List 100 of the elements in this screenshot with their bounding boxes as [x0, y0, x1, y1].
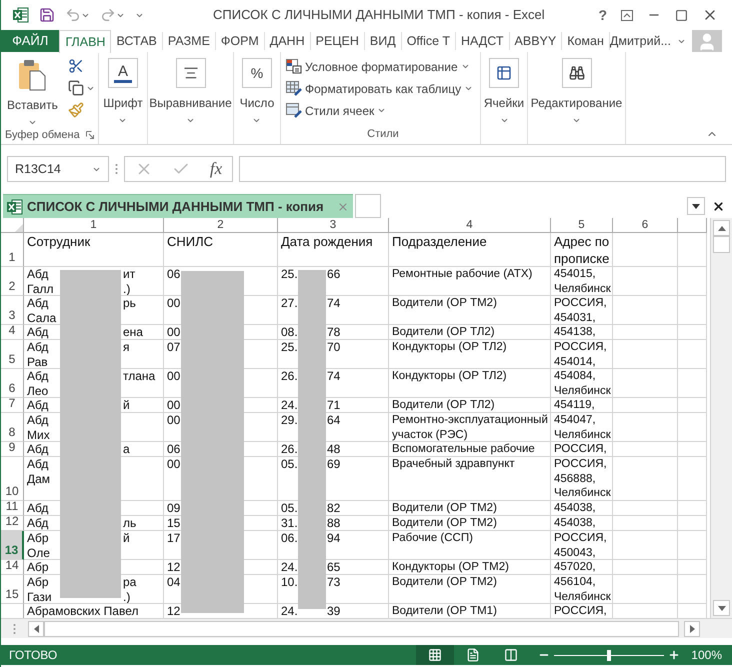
table-cell: Водители (ОР ТМ2) [389, 501, 551, 516]
zoom-level[interactable]: 100% [680, 646, 732, 664]
formula-input[interactable] [239, 156, 726, 182]
empty-cell [613, 501, 678, 516]
column-header[interactable]: 4 [389, 218, 551, 233]
horizontal-scroll-thumb[interactable] [44, 620, 679, 636]
cells-button[interactable]: Ячейки [480, 52, 528, 130]
table-cell: Вспомогательные рабочие [389, 442, 551, 457]
ribbon-display-icon[interactable] [621, 10, 633, 20]
empty-cell [678, 340, 707, 369]
table-cell: 454119, [551, 398, 613, 413]
zoom-slider-thumb[interactable] [607, 650, 611, 660]
row-header[interactable]: 14 [1, 560, 24, 575]
row-header[interactable]: 11 [1, 501, 24, 516]
triangle-up-icon [718, 226, 726, 230]
paste-button[interactable]: Вставить [1, 52, 58, 127]
row-header[interactable]: 4 [1, 325, 24, 340]
ribbon-tab[interactable]: НАДСТ [456, 32, 510, 50]
zoom-in-icon[interactable] [668, 649, 680, 661]
row-header[interactable]: 8 [1, 413, 24, 442]
ribbon-tab[interactable]: РЕЦЕН [310, 32, 365, 50]
cell-styles-icon [286, 103, 302, 118]
column-header[interactable]: 3 [278, 218, 389, 233]
scroll-right-button[interactable] [684, 620, 700, 636]
row-header[interactable]: 2 [1, 267, 24, 296]
ribbon-tab[interactable]: ВИД [364, 32, 402, 50]
help-button[interactable]: ? [598, 4, 607, 26]
table-cell: 454038, [551, 516, 613, 531]
styles-menu-button[interactable]: Условное форматирование [286, 57, 480, 76]
editing-button[interactable]: Редактирование [526, 52, 626, 130]
styles-menu-button[interactable]: Стили ячеек [286, 101, 480, 120]
binoculars-icon [568, 65, 584, 81]
empty-cell [678, 457, 707, 501]
caret-icon [500, 116, 508, 125]
name-box[interactable]: R13C14 [7, 156, 109, 182]
ribbon-tab[interactable]: ВСТАВ [111, 32, 163, 50]
row-header[interactable]: 9 [1, 442, 24, 457]
status-text: ГОТОВО [8, 647, 58, 664]
caret-icon [118, 116, 128, 125]
table-cell: Кондукторы (ОР ТМ2) [389, 560, 551, 575]
ribbon-tab[interactable]: Коман [562, 32, 610, 50]
ribbon-tab[interactable]: ДАНН [264, 32, 311, 50]
table-cell: Кондукторы (ОР ТЛ2) [389, 369, 551, 398]
scroll-left-button[interactable] [28, 620, 44, 636]
column-header[interactable]: 1 [24, 218, 164, 233]
scroll-down-button[interactable] [713, 600, 730, 616]
row-header[interactable]: 10 [1, 457, 24, 501]
ribbon-tab[interactable]: ABBYY [510, 32, 562, 50]
file-tab[interactable]: ФАЙЛ [1, 30, 60, 52]
empty-cell [678, 560, 707, 575]
ribbon-tab[interactable]: Office T [402, 32, 456, 50]
empty-cell [678, 296, 707, 325]
page-break-icon[interactable] [504, 648, 518, 662]
empty-cell [613, 560, 678, 575]
clipboard-icon [17, 58, 48, 92]
table-cell: РОССИЯ, 454031, [551, 296, 613, 325]
maximize-icon[interactable] [675, 8, 688, 22]
column-header[interactable]: 6 [613, 218, 678, 233]
row-header[interactable]: 5 [1, 340, 24, 369]
styles-menu-button[interactable]: Форматировать как таблицу [286, 79, 480, 98]
format-painter-icon[interactable] [68, 102, 84, 118]
row-header[interactable]: 7 [1, 398, 24, 413]
row-header[interactable]: 1 [1, 233, 24, 267]
empty-cell [613, 531, 678, 560]
close-icon[interactable] [712, 200, 725, 212]
ribbon-tab[interactable]: РАЗМЕ [162, 32, 216, 50]
row-header[interactable]: 6 [1, 369, 24, 398]
tab-list-button[interactable] [687, 197, 705, 215]
alignment-button[interactable]: Выравнивание [145, 52, 236, 130]
conditional-format-icon [286, 59, 302, 74]
row-header[interactable]: 15 [1, 575, 24, 604]
column-header[interactable]: 2 [164, 218, 278, 233]
normal-view-button[interactable] [416, 645, 454, 665]
row-header[interactable]: 13 [1, 531, 24, 560]
copy-icon[interactable] [68, 80, 84, 96]
caret-icon [252, 116, 262, 125]
cut-icon[interactable] [68, 58, 84, 74]
caret-icon [460, 62, 470, 71]
column-header[interactable]: 5 [551, 218, 613, 233]
table-cell: Ремонтно-эксплуатационный участок (РЭС) [389, 413, 551, 442]
scroll-thumb[interactable] [713, 236, 730, 253]
page-layout-icon[interactable] [466, 648, 480, 662]
insert-function-button[interactable]: fx [210, 156, 222, 182]
header-cell: Подразделение [389, 233, 551, 267]
font-button[interactable]: A Шрифт [99, 52, 147, 130]
number-button[interactable]: % Число [236, 52, 278, 130]
row-header[interactable]: 3 [1, 296, 24, 325]
workbook-tab[interactable]: СПИСОК С ЛИЧНЫМИ ДАННЫМИ ТМП - копия [3, 194, 353, 218]
table-cell: Водители (ОР ТМ2) [389, 575, 551, 604]
empty-cell [613, 413, 678, 442]
ribbon-tab[interactable]: ФОРМ [216, 32, 265, 50]
ribbon-tab[interactable]: ГЛАВН [59, 30, 112, 53]
empty-cell [613, 233, 678, 267]
align-icon [182, 65, 198, 81]
scroll-up-button[interactable] [713, 220, 730, 236]
row-header[interactable]: 12 [1, 516, 24, 531]
user-name[interactable]: Дмитрий... [610, 32, 671, 50]
dialog-launcher-icon[interactable] [86, 131, 94, 140]
table-cell: Кондукторы (ОР ТЛ2) [389, 340, 551, 369]
save-icon[interactable] [39, 7, 55, 23]
